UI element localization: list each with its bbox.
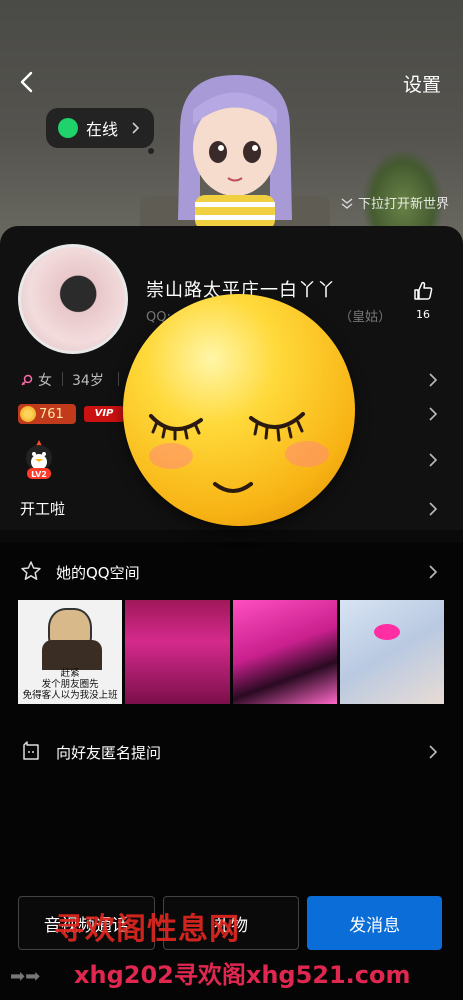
send-message-button[interactable]: 发消息: [307, 896, 443, 950]
space-photo[interactable]: [339, 600, 444, 704]
chevron-right-icon: [429, 373, 438, 387]
sleepy-emoji-sticker: [123, 294, 355, 526]
age-label: 34岁: [72, 373, 104, 389]
divider: [118, 372, 119, 386]
qq-space-title: 她的QQ空间: [56, 564, 140, 582]
female-icon: [21, 374, 33, 386]
gender-label: 女: [38, 373, 52, 389]
anonymous-question-title: 向好友匿名提问: [56, 744, 162, 762]
pull-hint-text: 下拉打开新世界: [357, 197, 449, 212]
qq-penguin-level-icon: LV2: [26, 440, 52, 479]
like-button[interactable]: 16: [408, 280, 438, 321]
thumbs-up-icon: [414, 281, 433, 300]
online-status-label: 在线: [86, 120, 119, 139]
coin-badge: 761: [18, 404, 76, 424]
qq-location: （皇姑）: [339, 310, 392, 325]
pull-down-hint[interactable]: 下拉打开新世界: [340, 193, 449, 212]
back-button[interactable]: [14, 68, 42, 96]
qq-space-row[interactable]: 她的QQ空间: [0, 558, 463, 586]
ring-image: [373, 624, 400, 640]
coin-value: 761: [39, 406, 64, 422]
chevron-left-icon: [20, 71, 33, 93]
chevron-right-icon: [429, 502, 438, 516]
gender-field: 女: [20, 370, 52, 390]
speech-tail-decoration: [148, 148, 154, 154]
settings-button[interactable]: 设置: [403, 70, 441, 97]
profile-banner[interactable]: 设置 在线 下拉打开新世界: [0, 0, 463, 250]
online-status-pill[interactable]: 在线: [46, 108, 154, 148]
watermark-url: xhg202寻欢阁xhg521.com: [74, 961, 411, 989]
meme-body-image: [42, 640, 102, 670]
like-count: 16: [416, 308, 430, 321]
online-dot-icon: [58, 118, 78, 138]
level-label: LV2: [31, 470, 47, 479]
watermark-text: 寻欢阁性息网: [54, 912, 240, 947]
chevron-right-icon: [132, 122, 140, 134]
profile-avatar[interactable]: [18, 244, 128, 354]
chevron-right-icon: [429, 745, 438, 759]
anonymous-question-row[interactable]: 向好友匿名提问: [0, 738, 463, 766]
question-box-icon: [23, 741, 39, 760]
space-photo[interactable]: [125, 600, 230, 704]
divider: [62, 372, 63, 386]
chevron-right-icon: [429, 453, 438, 467]
vip-badge: VIP: [84, 406, 124, 422]
chevron-right-icon: [429, 407, 438, 421]
chevron-right-icon: [429, 565, 438, 579]
section-divider: [0, 530, 463, 542]
space-photo[interactable]: [232, 600, 337, 704]
double-chevron-down-icon: [341, 197, 353, 209]
space-photo[interactable]: 赶紧 发个朋友圈先 免得客人以为我没上班: [18, 600, 123, 704]
star-icon: [21, 561, 41, 580]
arrow-watermark-icon: ➡➡: [10, 966, 41, 987]
qq-space-photos: 赶紧 发个朋友圈先 免得客人以为我没上班: [18, 600, 444, 704]
signature-text: 开工啦: [20, 500, 66, 518]
coin-icon: [20, 406, 36, 422]
meme-caption: 免得客人以为我没上班: [22, 690, 118, 701]
avatar-3d-character: [178, 75, 292, 230]
